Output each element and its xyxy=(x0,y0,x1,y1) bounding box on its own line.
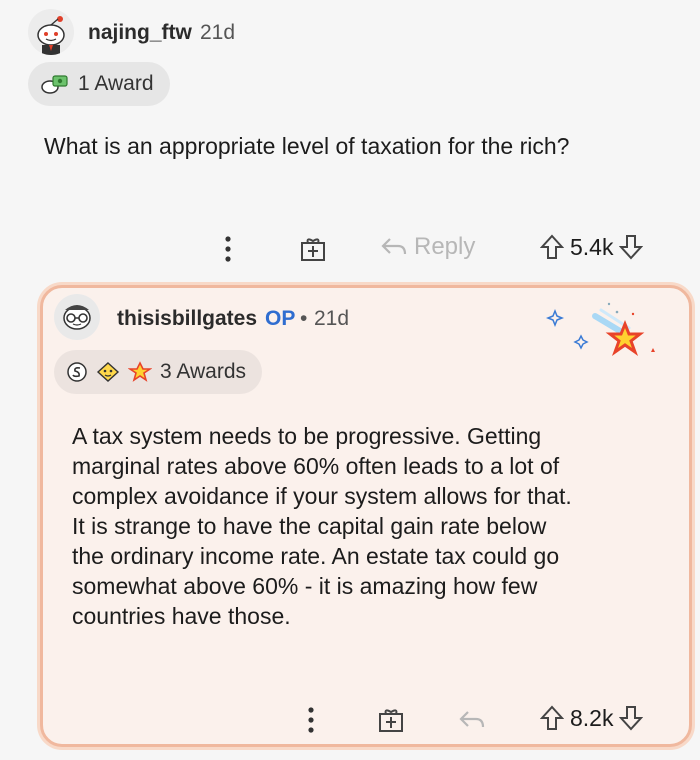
vote-controls: 5.4k xyxy=(540,233,644,261)
more-options-icon[interactable] xyxy=(222,233,234,265)
reply-label: Reply xyxy=(414,233,476,260)
username[interactable]: thisisbillgates xyxy=(117,307,257,331)
comment-body-line: somewhat above 60% - it is amazing how f… xyxy=(72,573,538,599)
star-award-icon xyxy=(128,361,152,382)
comment-age: 21d xyxy=(200,21,236,44)
comment-actions: Reply 5.4k xyxy=(222,229,682,269)
give-award-icon[interactable] xyxy=(376,704,406,739)
shooting-star-award-icon xyxy=(545,302,655,356)
highlighted-reply: thisisbillgates OP • 21d 3 Awards A tax … xyxy=(40,285,692,747)
money-hand-award-icon xyxy=(41,75,68,94)
award-badges[interactable]: 3 Awards xyxy=(54,350,262,394)
award-badge[interactable]: 1 Award xyxy=(28,62,170,106)
comment-body-line: marginal rates above 60% often leads to … xyxy=(72,453,560,479)
silver-award-icon xyxy=(67,362,87,382)
username[interactable]: najing_ftw xyxy=(88,21,192,45)
comment-body-line: It is strange to have the capital gain r… xyxy=(72,513,547,539)
wholesome-award-icon xyxy=(96,362,120,382)
snoo-glasses-avatar-icon xyxy=(54,294,100,340)
comment-body-line: the ordinary income rate. An estate tax … xyxy=(72,543,560,569)
vote-controls: 8.2k xyxy=(540,704,644,732)
comment-body: What is an appropriate level of taxation… xyxy=(44,133,570,159)
more-options-icon[interactable] xyxy=(305,704,317,736)
upvote-icon[interactable] xyxy=(540,704,564,732)
vote-score: 5.4k xyxy=(570,233,614,260)
comment-body-line: complex avoidance if your system allows … xyxy=(72,483,572,509)
comment-age: 21d xyxy=(314,307,350,330)
avatar[interactable] xyxy=(54,294,100,340)
award-count: 3 Awards xyxy=(160,360,246,383)
reply-arrow-icon xyxy=(381,238,407,255)
parent-comment: najing_ftw 21d 1 Award What is an approp… xyxy=(0,0,700,282)
upvote-icon[interactable] xyxy=(540,233,564,261)
snoo-avatar-icon xyxy=(28,9,74,55)
op-badge: OP xyxy=(265,307,296,330)
downvote-icon[interactable] xyxy=(619,233,644,261)
downvote-icon[interactable] xyxy=(619,704,644,732)
meta-separator: • xyxy=(300,307,308,330)
comment-body-line: A tax system needs to be progressive. Ge… xyxy=(72,423,542,449)
give-award-icon[interactable] xyxy=(298,233,328,268)
vote-score: 8.2k xyxy=(570,704,614,731)
reply-arrow-icon[interactable] xyxy=(458,708,486,737)
comment-actions: 8.2k xyxy=(303,700,683,740)
reply-button[interactable]: Reply xyxy=(380,233,475,261)
comment-body: A tax system needs to be progressive. Ge… xyxy=(72,421,672,631)
avatar[interactable] xyxy=(28,9,74,55)
comment-body-line: countries have those. xyxy=(72,603,291,629)
award-count: 1 Award xyxy=(78,72,154,95)
